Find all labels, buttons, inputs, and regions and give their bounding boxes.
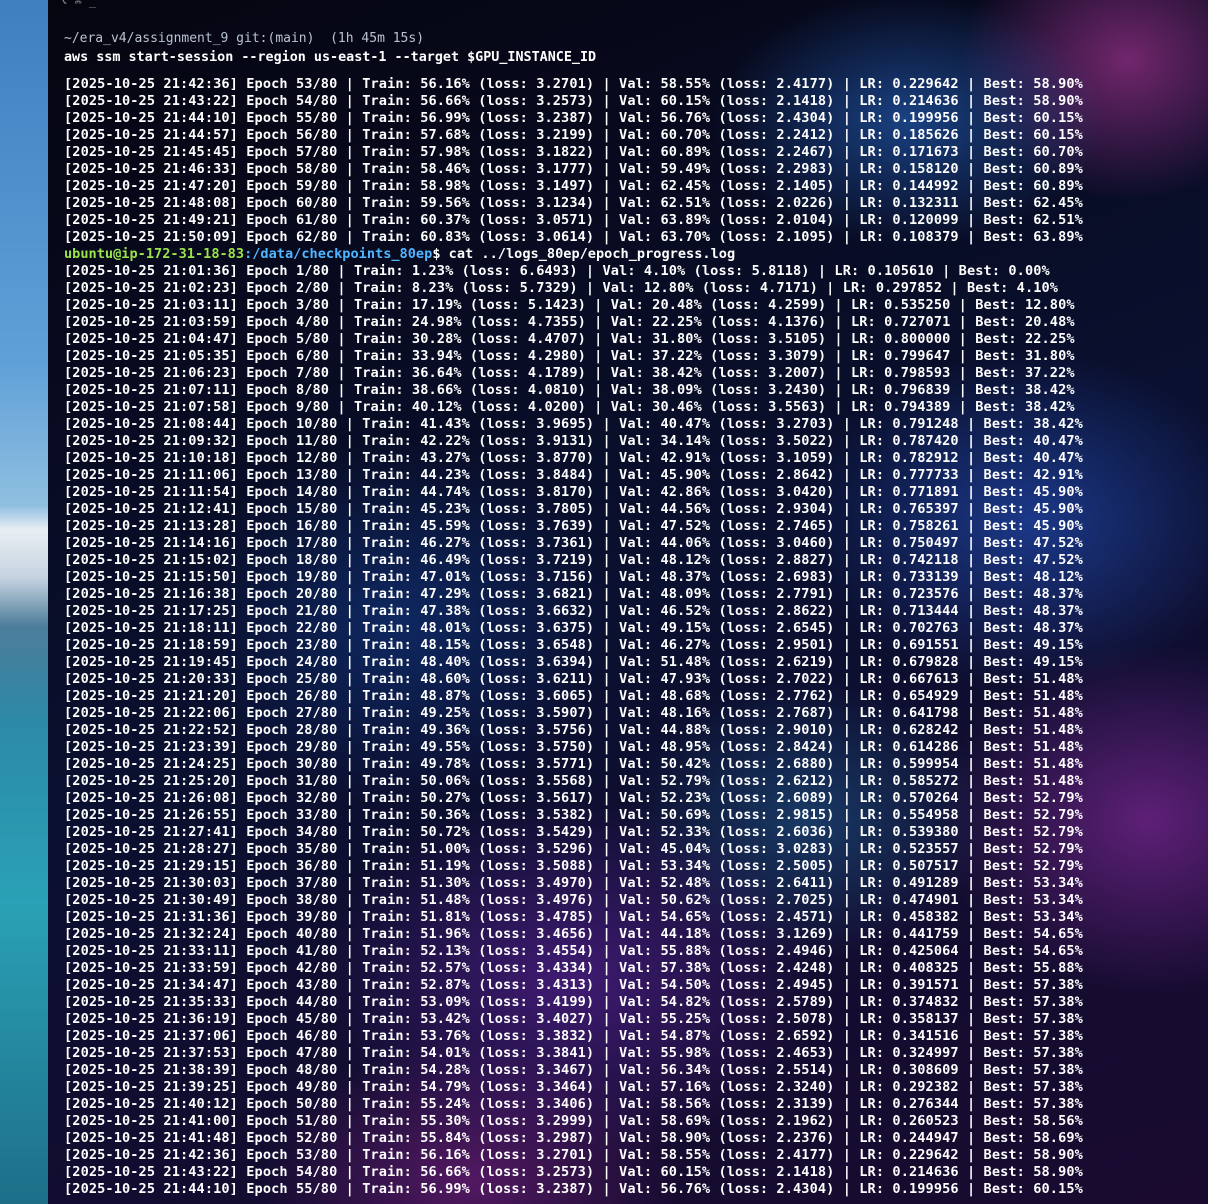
log-line: [2025-10-25 21:33:11] Epoch 41/80 | Trai… — [64, 943, 1083, 959]
prompt-path: ~/era_v4/assignment_9 git:(main) (1h 45m… — [64, 31, 425, 46]
log-line: [2025-10-25 21:18:11] Epoch 22/80 | Trai… — [64, 620, 1083, 636]
log-block-previous: [2025-10-25 21:42:36] Epoch 53/80 | Trai… — [64, 76, 1083, 246]
terminal-top-strip: ⌥ ⌘ _ — [48, 0, 1208, 10]
log-line: [2025-10-25 21:41:48] Epoch 52/80 | Trai… — [64, 1130, 1083, 1146]
log-line: [2025-10-25 21:03:11] Epoch 3/80 | Train… — [64, 297, 1075, 313]
toolbar-glyphs: ⌥ ⌘ _ — [60, 0, 97, 8]
log-line: [2025-10-25 21:04:47] Epoch 5/80 | Train… — [64, 331, 1075, 347]
log-line: [2025-10-25 21:11:54] Epoch 14/80 | Trai… — [64, 484, 1083, 500]
log-line: [2025-10-25 21:31:36] Epoch 39/80 | Trai… — [64, 909, 1083, 925]
log-line: [2025-10-25 21:26:08] Epoch 32/80 | Trai… — [64, 790, 1083, 806]
log-line: [2025-10-25 21:28:27] Epoch 35/80 | Trai… — [64, 841, 1083, 857]
log-line: [2025-10-25 21:48:08] Epoch 60/80 | Trai… — [64, 195, 1083, 211]
shell-command: $ cat ../logs_80ep/epoch_progress.log — [432, 246, 736, 262]
log-line: [2025-10-25 21:49:21] Epoch 61/80 | Trai… — [64, 212, 1083, 228]
log-block-epoch-progress: [2025-10-25 21:01:36] Epoch 1/80 | Train… — [64, 263, 1083, 1198]
log-line: [2025-10-25 21:13:28] Epoch 16/80 | Trai… — [64, 518, 1083, 534]
log-line: [2025-10-25 21:24:25] Epoch 30/80 | Trai… — [64, 756, 1083, 772]
log-line: [2025-10-25 21:15:50] Epoch 19/80 | Trai… — [64, 569, 1083, 585]
log-line: [2025-10-25 21:39:25] Epoch 49/80 | Trai… — [64, 1079, 1083, 1095]
log-line: [2025-10-25 21:07:11] Epoch 8/80 | Train… — [64, 382, 1075, 398]
log-line: [2025-10-25 21:38:39] Epoch 48/80 | Trai… — [64, 1062, 1083, 1078]
log-line: [2025-10-25 21:27:41] Epoch 34/80 | Trai… — [64, 824, 1083, 840]
log-line: [2025-10-25 21:20:33] Epoch 25/80 | Trai… — [64, 671, 1083, 687]
log-line: [2025-10-25 21:44:10] Epoch 55/80 | Trai… — [64, 1181, 1083, 1197]
desktop-wallpaper — [0, 0, 48, 1204]
log-line: [2025-10-25 21:06:23] Epoch 7/80 | Train… — [64, 365, 1075, 381]
log-line: [2025-10-25 21:09:32] Epoch 11/80 | Trai… — [64, 433, 1083, 449]
log-line: [2025-10-25 21:36:19] Epoch 45/80 | Trai… — [64, 1011, 1083, 1027]
log-line: [2025-10-25 21:43:22] Epoch 54/80 | Trai… — [64, 93, 1083, 109]
log-line: [2025-10-25 21:25:20] Epoch 31/80 | Trai… — [64, 773, 1083, 789]
log-line: [2025-10-25 21:50:09] Epoch 62/80 | Trai… — [64, 229, 1083, 245]
log-line: [2025-10-25 21:26:55] Epoch 33/80 | Trai… — [64, 807, 1083, 823]
log-line: [2025-10-25 21:44:10] Epoch 55/80 | Trai… — [64, 110, 1083, 126]
log-line: [2025-10-25 21:30:49] Epoch 38/80 | Trai… — [64, 892, 1083, 908]
log-line: [2025-10-25 21:15:02] Epoch 18/80 | Trai… — [64, 552, 1083, 568]
log-line: [2025-10-25 21:07:58] Epoch 9/80 | Train… — [64, 399, 1075, 415]
log-line: [2025-10-25 21:45:45] Epoch 57/80 | Trai… — [64, 144, 1083, 160]
log-line: [2025-10-25 21:33:59] Epoch 42/80 | Trai… — [64, 960, 1083, 976]
log-line: [2025-10-25 21:42:36] Epoch 53/80 | Trai… — [64, 1147, 1083, 1163]
log-line: [2025-10-25 21:01:36] Epoch 1/80 | Train… — [64, 263, 1050, 279]
log-line: [2025-10-25 21:05:35] Epoch 6/80 | Train… — [64, 348, 1075, 364]
terminal-window[interactable]: ⌥ ⌘ _ ~/era_v4/assignment_9 git:(main) (… — [48, 0, 1208, 1204]
log-line: [2025-10-25 21:37:53] Epoch 47/80 | Trai… — [64, 1045, 1083, 1061]
log-line: [2025-10-25 21:16:38] Epoch 20/80 | Trai… — [64, 586, 1083, 602]
log-line: [2025-10-25 21:43:22] Epoch 54/80 | Trai… — [64, 1164, 1083, 1180]
log-line: [2025-10-25 21:08:44] Epoch 10/80 | Trai… — [64, 416, 1083, 432]
log-line: [2025-10-25 21:37:06] Epoch 46/80 | Trai… — [64, 1028, 1083, 1044]
command-line: aws ssm start-session --region us-east-1… — [64, 50, 597, 65]
log-line: [2025-10-25 21:19:45] Epoch 24/80 | Trai… — [64, 654, 1083, 670]
shell-user: ubuntu@ip-172-31-18-83 — [64, 246, 245, 262]
log-line: [2025-10-25 21:18:59] Epoch 23/80 | Trai… — [64, 637, 1083, 653]
log-line: [2025-10-25 21:21:20] Epoch 26/80 | Trai… — [64, 688, 1083, 704]
log-line: [2025-10-25 21:47:20] Epoch 59/80 | Trai… — [64, 178, 1083, 194]
log-line: [2025-10-25 21:22:52] Epoch 28/80 | Trai… — [64, 722, 1083, 738]
log-line: [2025-10-25 21:10:18] Epoch 12/80 | Trai… — [64, 450, 1083, 466]
log-line: [2025-10-25 21:02:23] Epoch 2/80 | Train… — [64, 280, 1059, 296]
log-line: [2025-10-25 21:30:03] Epoch 37/80 | Trai… — [64, 875, 1083, 891]
log-line: [2025-10-25 21:03:59] Epoch 4/80 | Train… — [64, 314, 1075, 330]
log-line: [2025-10-25 21:23:39] Epoch 29/80 | Trai… — [64, 739, 1083, 755]
log-line: [2025-10-25 21:14:16] Epoch 17/80 | Trai… — [64, 535, 1083, 551]
log-line: [2025-10-25 21:41:00] Epoch 51/80 | Trai… — [64, 1113, 1083, 1129]
log-line: [2025-10-25 21:29:15] Epoch 36/80 | Trai… — [64, 858, 1083, 874]
log-line: [2025-10-25 21:32:24] Epoch 40/80 | Trai… — [64, 926, 1083, 942]
log-line: [2025-10-25 21:12:41] Epoch 15/80 | Trai… — [64, 501, 1083, 517]
log-line: [2025-10-25 21:22:06] Epoch 27/80 | Trai… — [64, 705, 1083, 721]
shell-prompt: ubuntu@ip-172-31-18-83:/data/checkpoints… — [64, 246, 735, 263]
log-line: [2025-10-25 21:35:33] Epoch 44/80 | Trai… — [64, 994, 1083, 1010]
log-line: [2025-10-25 21:42:36] Epoch 53/80 | Trai… — [64, 76, 1083, 92]
shell-path: :/data/checkpoints_80ep — [244, 246, 433, 262]
log-line: [2025-10-25 21:17:25] Epoch 21/80 | Trai… — [64, 603, 1083, 619]
log-line: [2025-10-25 21:40:12] Epoch 50/80 | Trai… — [64, 1096, 1083, 1112]
log-line: [2025-10-25 21:34:47] Epoch 43/80 | Trai… — [64, 977, 1083, 993]
log-line: [2025-10-25 21:46:33] Epoch 58/80 | Trai… — [64, 161, 1083, 177]
log-line: [2025-10-25 21:44:57] Epoch 56/80 | Trai… — [64, 127, 1083, 143]
log-line: [2025-10-25 21:11:06] Epoch 13/80 | Trai… — [64, 467, 1083, 483]
